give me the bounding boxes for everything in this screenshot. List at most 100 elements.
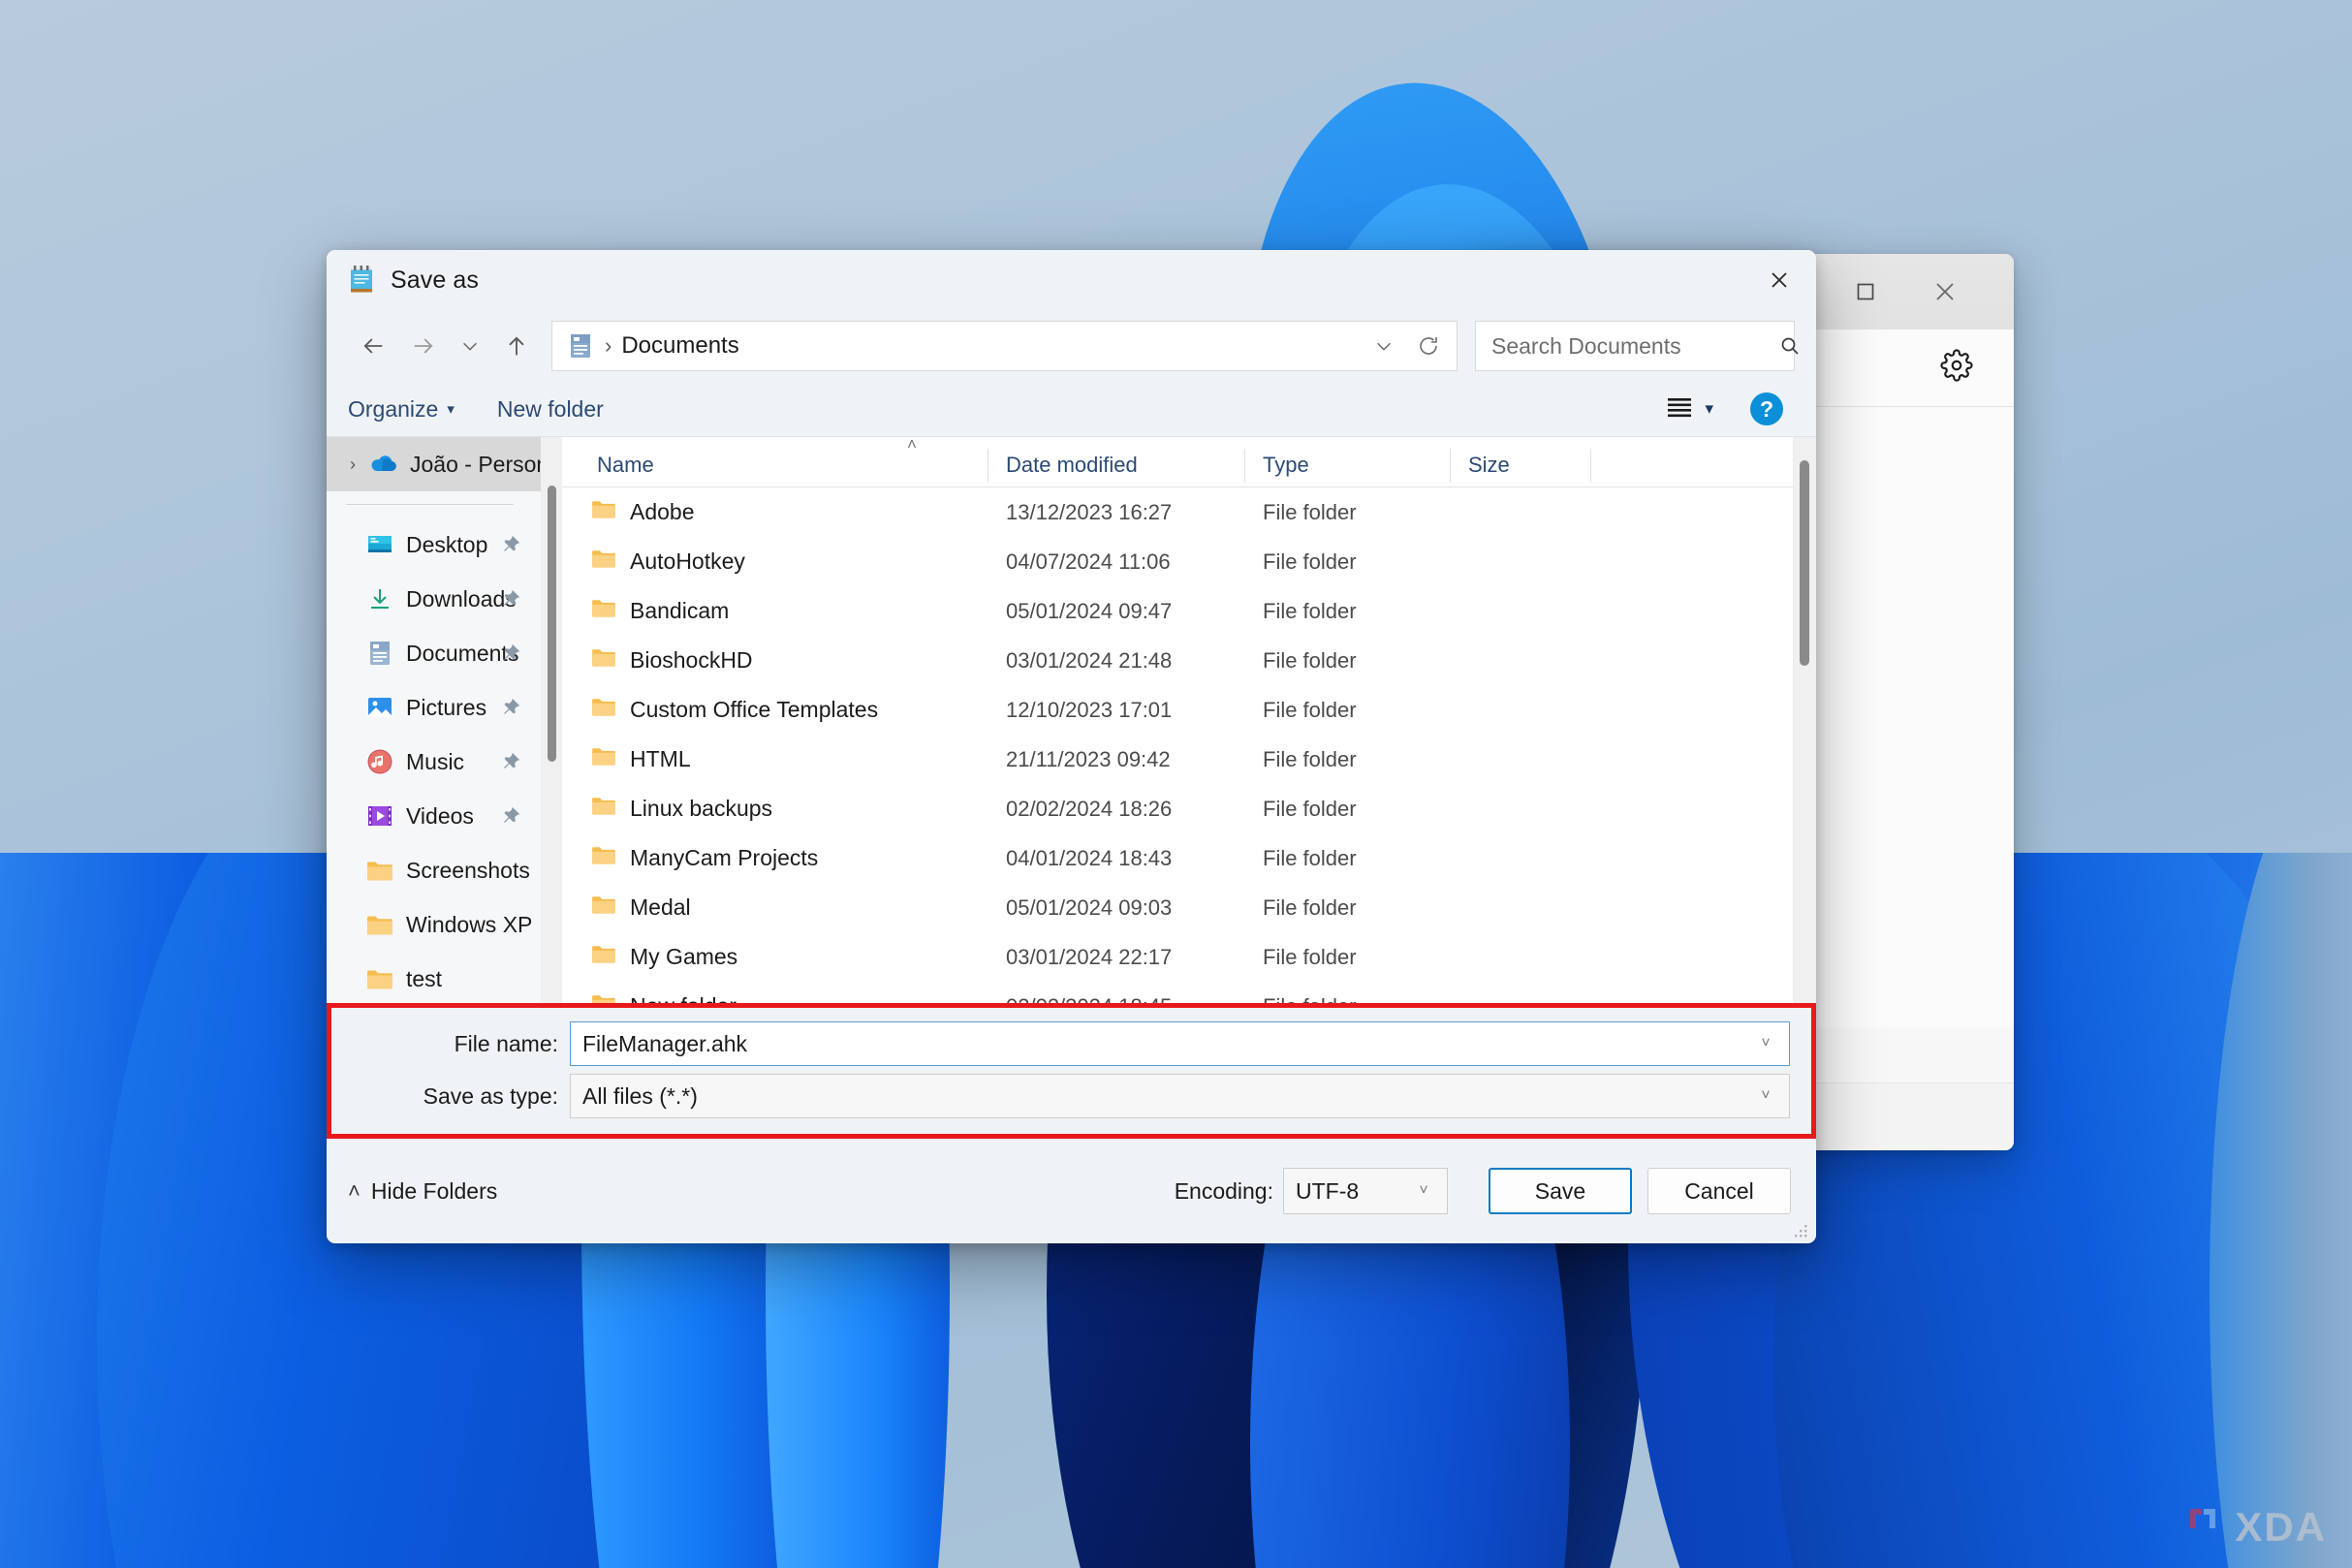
file-name-label: BioshockHD [630, 647, 753, 674]
file-date-cell: 05/01/2024 09:47 [988, 599, 1245, 624]
table-row[interactable]: Adobe 13/12/2023 16:27 File folder [562, 487, 1816, 537]
pin-icon[interactable] [500, 751, 521, 772]
search-input[interactable] [1491, 333, 1778, 360]
sidebar-scrollbar[interactable] [541, 437, 562, 1003]
column-header-name[interactable]: Name [562, 453, 988, 486]
table-row[interactable]: Linux backups 02/02/2024 18:26 File fold… [562, 784, 1816, 833]
hide-folders-button[interactable]: ˄ Hide Folders [348, 1178, 497, 1205]
file-date-cell: 13/12/2023 16:27 [988, 500, 1245, 525]
file-date-cell: 02/02/2024 18:26 [988, 797, 1245, 822]
save-as-type-row[interactable]: Save as type: All files (*.*) ˅ [331, 1074, 1811, 1118]
folder-icon [591, 746, 616, 772]
column-header-size[interactable]: Size [1451, 453, 1591, 486]
folder-icon [591, 549, 616, 575]
table-row[interactable]: ManyCam Projects 04/01/2024 18:43 File f… [562, 833, 1816, 883]
pin-icon[interactable] [500, 697, 521, 718]
sidebar-item-desktop[interactable]: Desktop [327, 517, 562, 572]
folder-icon [363, 910, 396, 939]
resize-grip[interactable] [1792, 1221, 1809, 1239]
table-row[interactable]: Custom Office Templates 12/10/2023 17:01… [562, 685, 1816, 735]
encoding-select[interactable]: UTF-8 ˅ [1283, 1168, 1448, 1214]
file-list-panel[interactable]: Name Date modified Type Size ˄ [562, 437, 1816, 1003]
file-date-cell: 02/02/2024 18:45 [988, 994, 1245, 1004]
arrow-up-icon[interactable] [491, 321, 542, 371]
sidebar-item-videos[interactable]: Videos [327, 789, 562, 843]
file-name-cell: ManyCam Projects [562, 845, 988, 871]
navigation-sidebar[interactable]: › João - Personal [327, 437, 562, 1003]
documents-folder-icon [568, 332, 593, 360]
chevron-down-icon[interactable]: ˅ [1406, 1182, 1441, 1200]
chevron-right-icon[interactable]: › [338, 455, 367, 475]
sidebar-item-windows-xp[interactable]: Windows XP [327, 897, 562, 952]
table-row[interactable]: My Games 03/01/2024 22:17 File folder [562, 932, 1816, 982]
address-bar[interactable]: › Documents [551, 321, 1458, 371]
file-name-cell: AutoHotkey [562, 549, 988, 575]
arrow-left-icon[interactable] [348, 321, 398, 371]
encoding-value: UTF-8 [1296, 1178, 1406, 1205]
chevron-down-icon[interactable] [449, 321, 491, 371]
sidebar-item-screenshots[interactable]: Screenshots [327, 843, 562, 897]
organize-button[interactable]: Organize ▾ [348, 396, 455, 423]
sidebar-item-music[interactable]: Music [327, 735, 562, 789]
column-header-date-modified[interactable]: Date modified [988, 453, 1245, 486]
sidebar-scrollbar-thumb[interactable] [548, 486, 556, 762]
sidebar-item-test[interactable]: test [327, 952, 562, 1003]
chevron-up-icon: ˄ [348, 1178, 361, 1204]
sidebar-item-label: Desktop [406, 532, 487, 558]
table-row[interactable]: Bandicam 05/01/2024 09:47 File folder [562, 586, 1816, 636]
navigation-row[interactable]: › Documents [327, 310, 1816, 382]
chevron-down-icon: ▾ [1705, 399, 1713, 419]
search-box[interactable] [1475, 321, 1795, 371]
file-type-cell: File folder [1245, 599, 1451, 624]
column-header-type[interactable]: Type [1245, 453, 1451, 486]
file-list-scrollbar[interactable] [1793, 437, 1816, 1003]
chevron-down-icon[interactable]: ˅ [1748, 1087, 1783, 1105]
gear-icon[interactable] [1940, 349, 1973, 387]
chevron-down-icon[interactable]: ˅ [1748, 1035, 1783, 1052]
table-row[interactable]: HTML 21/11/2023 09:42 File folder [562, 735, 1816, 784]
pin-icon[interactable] [500, 643, 521, 664]
sidebar-item-onedrive[interactable]: › João - Personal [327, 437, 562, 491]
dialog-titlebar[interactable]: Save as [327, 250, 1816, 310]
file-name-cell: Custom Office Templates [562, 697, 988, 723]
file-type-cell: File folder [1245, 747, 1451, 772]
sidebar-item-documents[interactable]: Documents [327, 626, 562, 680]
cancel-button[interactable]: Cancel [1647, 1168, 1791, 1214]
pin-icon[interactable] [500, 534, 521, 555]
hide-folders-label: Hide Folders [371, 1178, 497, 1205]
command-bar[interactable]: Organize ▾ New folder ▾ ? [327, 382, 1816, 436]
maximize-icon[interactable] [1832, 254, 1899, 329]
file-name-row[interactable]: File name: FileManager.ahk ˅ [331, 1021, 1811, 1066]
refresh-icon[interactable] [1406, 324, 1451, 368]
file-name-input[interactable]: FileManager.ahk ˅ [570, 1021, 1790, 1066]
save-as-type-select[interactable]: All files (*.*) ˅ [570, 1074, 1790, 1118]
arrow-right-icon[interactable] [398, 321, 449, 371]
new-folder-button[interactable]: New folder [497, 396, 604, 423]
sidebar-item-downloads[interactable]: Downloads [327, 572, 562, 626]
close-icon[interactable] [1911, 254, 1979, 329]
folder-icon [591, 845, 616, 871]
table-row[interactable]: Medal 05/01/2024 09:03 File folder [562, 883, 1816, 932]
save-button[interactable]: Save [1489, 1168, 1632, 1214]
breadcrumb-path[interactable]: Documents [621, 332, 1362, 360]
file-type-cell: File folder [1245, 945, 1451, 970]
file-list-scrollbar-thumb[interactable] [1800, 460, 1809, 666]
search-icon[interactable] [1778, 334, 1802, 358]
table-row[interactable]: New folder 02/02/2024 18:45 File folder [562, 982, 1816, 1003]
table-row[interactable]: BioshockHD 03/01/2024 21:48 File folder [562, 636, 1816, 685]
table-row[interactable]: AutoHotkey 04/07/2024 11:06 File folder [562, 537, 1816, 586]
file-name-label: ManyCam Projects [630, 845, 818, 871]
sidebar-item-pictures[interactable]: Pictures [327, 680, 562, 735]
file-rows-container[interactable]: Adobe 13/12/2023 16:27 File folder [562, 487, 1816, 1003]
view-options-button[interactable]: ▾ [1656, 392, 1723, 426]
chevron-down-icon[interactable] [1362, 324, 1406, 368]
sidebar-item-label: Screenshots [406, 858, 530, 884]
save-as-dialog[interactable]: Save as [327, 250, 1816, 1243]
file-type-cell: File folder [1245, 698, 1451, 723]
pin-icon[interactable] [500, 588, 521, 610]
help-button[interactable]: ? [1750, 392, 1783, 425]
close-icon[interactable] [1742, 250, 1816, 310]
sidebar-item-label: Videos [406, 803, 474, 830]
pin-icon[interactable] [500, 805, 521, 827]
column-header-row[interactable]: Name Date modified Type Size ˄ [562, 437, 1816, 487]
